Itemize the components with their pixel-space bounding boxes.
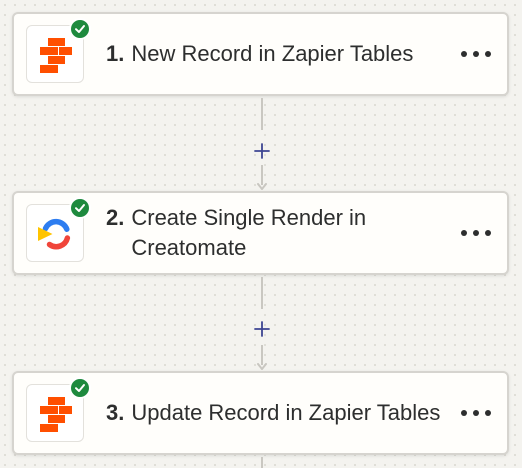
step-number: 1.	[106, 41, 125, 66]
connector-line	[261, 457, 263, 468]
arrow-down-icon	[257, 183, 267, 190]
step-card-1[interactable]: 1. New Record in Zapier Tables	[12, 12, 509, 96]
step-number: 2.	[106, 205, 125, 230]
step-card-2[interactable]: 2. Create Single Render in Creatomate	[12, 191, 509, 275]
step-title: New Record in Zapier Tables	[131, 41, 414, 66]
connector-line	[261, 345, 263, 365]
step-label: 1. New Record in Zapier Tables	[106, 14, 466, 94]
step-label: 3. Update Record in Zapier Tables	[106, 373, 446, 453]
connector-line	[261, 165, 263, 185]
check-circle-icon	[69, 197, 91, 219]
check-circle-icon	[69, 377, 91, 399]
arrow-down-icon	[257, 363, 267, 370]
zap-editor-canvas: 1. New Record in Zapier Tables 2. Create…	[0, 0, 522, 468]
step-card-3[interactable]: 3. Update Record in Zapier Tables	[12, 371, 509, 455]
plus-icon[interactable]	[250, 139, 274, 163]
step-title: Update Record in Zapier Tables	[131, 400, 441, 425]
check-circle-icon	[69, 18, 91, 40]
step-label: 2. Create Single Render in Creatomate	[106, 193, 446, 273]
step-title: Create Single Render in Creatomate	[131, 205, 367, 260]
more-horizontal-icon[interactable]	[461, 220, 491, 246]
more-horizontal-icon[interactable]	[461, 400, 491, 426]
connector-line	[261, 277, 263, 309]
connector-line	[261, 98, 263, 130]
more-horizontal-icon[interactable]	[461, 41, 491, 67]
plus-icon[interactable]	[250, 317, 274, 341]
step-number: 3.	[106, 400, 125, 425]
